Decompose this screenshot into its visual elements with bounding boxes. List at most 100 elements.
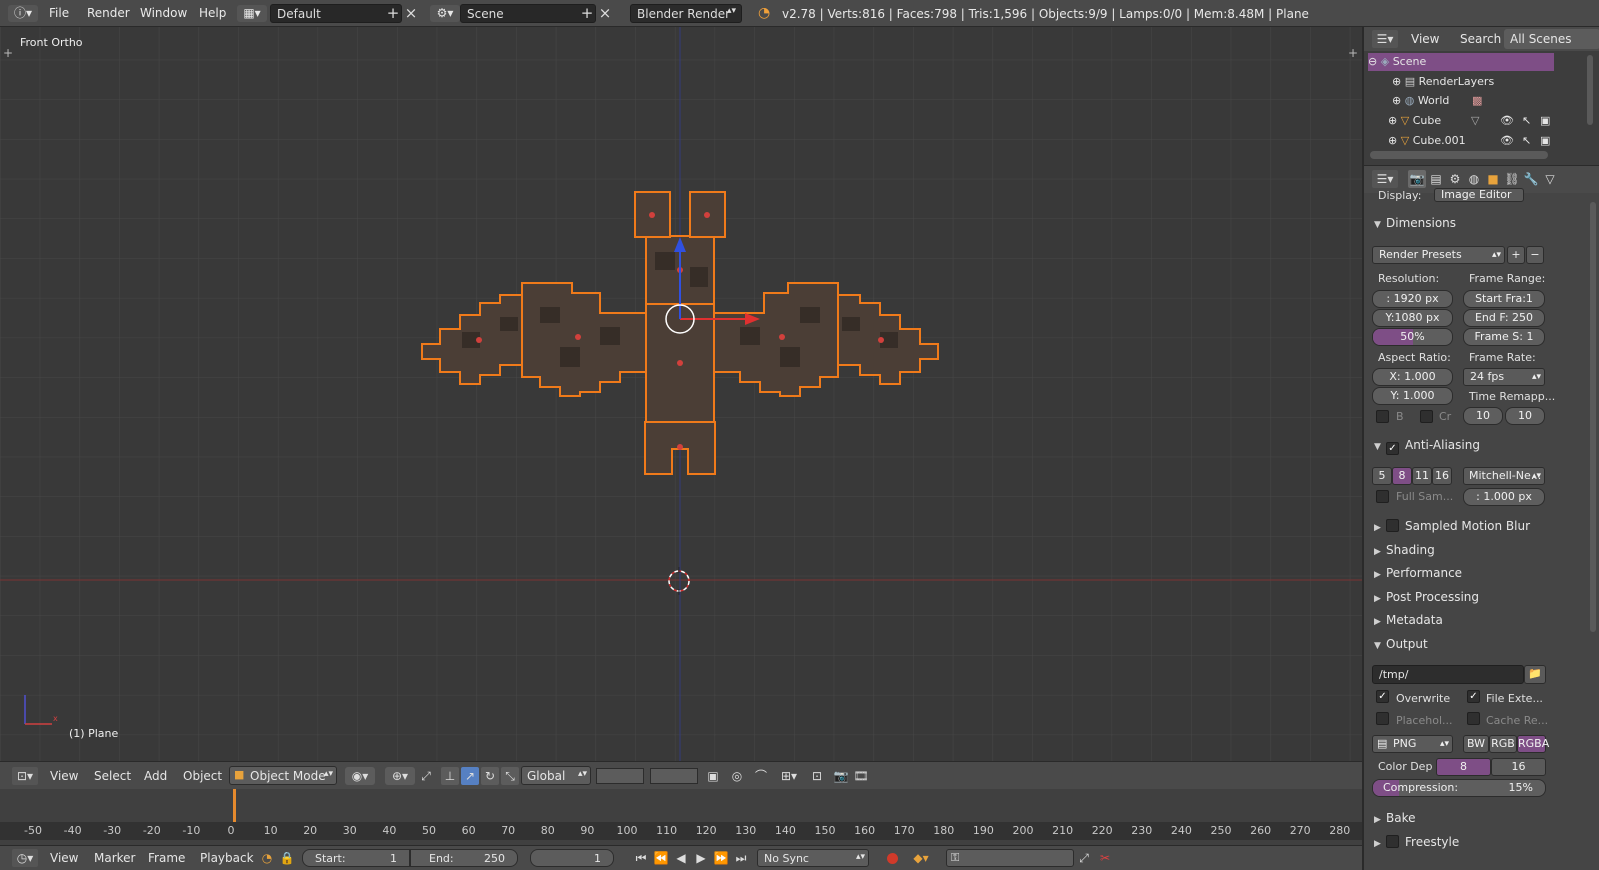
folder-icon[interactable]: 📁 <box>1524 665 1546 684</box>
cache-result-checkbox[interactable] <box>1467 712 1480 725</box>
editor-type-icon[interactable]: ☰▾ <box>1372 30 1398 48</box>
scene-tab-icon[interactable]: ⚙ <box>1446 170 1464 188</box>
prev-keyframe-icon[interactable]: ⏪ <box>652 849 670 867</box>
end-frame-field[interactable]: End F: 250 <box>1463 309 1545 327</box>
crop-checkbox[interactable] <box>1420 410 1433 423</box>
frame-rate-select[interactable]: 24 fps ▴▾ <box>1463 368 1545 386</box>
time-remap-old-field[interactable]: 10 <box>1463 407 1503 425</box>
snap-element-icon[interactable]: ⊞▾ <box>774 767 804 785</box>
constraints-tab-icon[interactable]: ⛓ <box>1503 170 1521 188</box>
select-arrow-icon[interactable]: ↖ <box>1522 114 1531 127</box>
delete-keyframe-icon[interactable]: ✂ <box>1096 849 1114 867</box>
next-keyframe-icon[interactable]: ⏩ <box>712 849 730 867</box>
snap-toggle-icon[interactable]: ⌒ <box>752 767 770 785</box>
color-rgba-button[interactable]: RGBA <box>1517 735 1549 753</box>
orientation-select[interactable]: Global ▴▾ <box>521 766 591 785</box>
vp-menu-add[interactable]: Add <box>144 769 167 783</box>
file-format-select[interactable]: ▤ PNG ▴▾ <box>1372 735 1453 753</box>
expand-icon[interactable]: ⊖ <box>1368 55 1377 68</box>
menu-window[interactable]: Window <box>140 6 187 20</box>
color-depth-8-button[interactable]: 8 <box>1436 758 1491 776</box>
visibility-eye-icon[interactable]: 👁 <box>1500 134 1514 147</box>
start-frame-field[interactable]: Start Fra:1 <box>1463 290 1545 308</box>
snap-target-icon[interactable]: ⊡ <box>808 767 826 785</box>
translate-icon[interactable]: ↗ <box>461 767 479 785</box>
outliner-v-scrollbar[interactable] <box>1587 55 1593 125</box>
world-tab-icon[interactable]: ◍ <box>1465 170 1483 188</box>
placeholders-checkbox[interactable] <box>1376 712 1389 725</box>
outliner-item-cube001[interactable]: ⊕ ▽ Cube.001 <box>1388 134 1466 147</box>
play-reverse-icon[interactable]: ◀ <box>672 849 690 867</box>
scene-field[interactable]: Scene <box>460 4 596 23</box>
outliner-item-cube[interactable]: ⊕ ▽ Cube <box>1388 114 1441 127</box>
expand-icon[interactable]: ⊕ <box>1388 114 1397 127</box>
display-mode-select[interactable]: All Scenes <box>1504 29 1599 49</box>
dimensions-panel-header[interactable]: ▼ Dimensions <box>1374 216 1456 230</box>
render-engine-select[interactable]: Blender Render ▴▾ <box>630 4 742 23</box>
tl-menu-playback[interactable]: Playback <box>200 851 254 865</box>
outliner-menu-search[interactable]: Search <box>1460 32 1501 46</box>
full-sample-checkbox[interactable] <box>1376 490 1389 503</box>
color-bw-button[interactable]: BW <box>1463 735 1489 753</box>
world-texture-icon[interactable]: ▩ <box>1472 94 1482 107</box>
modifiers-tab-icon[interactable]: 🔧 <box>1522 170 1540 188</box>
properties-scrollbar[interactable] <box>1590 202 1596 632</box>
outliner-item-renderlayers[interactable]: ⊕ ▤ RenderLayers <box>1392 75 1494 88</box>
tl-menu-frame[interactable]: Frame <box>148 851 185 865</box>
add-scene-icon[interactable]: + <box>578 4 596 23</box>
layers-grid-left[interactable] <box>596 768 644 784</box>
filter-size-field[interactable]: : 1.000 px <box>1463 488 1545 506</box>
proportional-edit-icon[interactable]: ◎ <box>728 767 746 785</box>
outliner-menu-view[interactable]: View <box>1411 32 1439 46</box>
insert-keyframe-icon[interactable]: ⤢ <box>1075 849 1093 867</box>
vp-menu-select[interactable]: Select <box>94 769 131 783</box>
object-tab-icon[interactable]: ■ <box>1484 170 1502 188</box>
tl-menu-view[interactable]: View <box>50 851 78 865</box>
post-processing-panel-header[interactable]: ▶ Post Processing <box>1374 590 1479 604</box>
resolution-percentage-slider[interactable]: 50% <box>1372 328 1453 346</box>
aa-samples-8[interactable]: 8 <box>1392 467 1412 485</box>
editor-type-icon[interactable]: ☰▾ <box>1372 170 1398 188</box>
menu-help[interactable]: Help <box>199 6 226 20</box>
editor-type-icon[interactable]: ⊡▾ <box>12 767 38 785</box>
compression-slider[interactable]: Compression: 15% <box>1372 779 1546 797</box>
render-camera-icon[interactable]: ▣ <box>1540 134 1550 147</box>
lock-layers-icon[interactable]: ▣ <box>704 767 722 785</box>
record-icon[interactable] <box>887 853 898 864</box>
outliner-item-world[interactable]: ⊕ ◍ World <box>1392 94 1449 107</box>
outliner-h-scrollbar[interactable] <box>1370 151 1548 159</box>
render-animation-icon[interactable]: 🎞 <box>852 767 870 785</box>
mesh-data-icon[interactable]: ▽ <box>1471 114 1479 127</box>
render-camera-icon[interactable]: ▣ <box>1540 114 1550 127</box>
manipulator-toggle-icon[interactable]: ⤢ <box>417 767 435 785</box>
keying-set-icon[interactable]: ◆▾ <box>912 849 930 867</box>
motion-blur-checkbox[interactable] <box>1386 519 1399 532</box>
scale-icon[interactable]: ⤡ <box>501 767 519 785</box>
file-extensions-checkbox[interactable]: ✓ <box>1467 690 1480 703</box>
layout-field[interactable]: Default <box>270 4 402 23</box>
menu-render[interactable]: Render <box>87 6 130 20</box>
aspect-x-field[interactable]: X: 1.000 <box>1372 368 1453 386</box>
axis-manipulator-icon[interactable]: ⊥ <box>441 767 459 785</box>
keying-set-field[interactable]: ⚿ <box>946 849 1074 867</box>
3d-viewport[interactable]: x + + Front Ortho (1) Plane <box>0 27 1362 761</box>
output-panel-header[interactable]: ▼ Output <box>1374 637 1428 651</box>
expand-icon[interactable]: ⊕ <box>1392 94 1401 107</box>
render-layers-tab-icon[interactable]: ▤ <box>1427 170 1445 188</box>
outliner-item-scene[interactable]: ⊖ ◈ Scene <box>1368 55 1426 68</box>
render-tab-icon[interactable]: 📷 <box>1408 170 1426 188</box>
info-editor-icon[interactable]: ⓘ▾ <box>8 5 38 22</box>
bake-panel-header[interactable]: ▶ Bake <box>1374 811 1416 825</box>
layers-grid-right[interactable] <box>650 768 698 784</box>
menu-file[interactable]: File <box>49 6 69 20</box>
resolution-y-field[interactable]: Y:1080 px <box>1372 309 1453 327</box>
border-checkbox[interactable] <box>1376 410 1389 423</box>
sync-select[interactable]: No Sync ▴▾ <box>757 849 869 867</box>
editor-type-icon[interactable]: ◷▾ <box>12 849 38 867</box>
preview-range-icon[interactable]: ◔ <box>258 849 276 867</box>
aspect-y-field[interactable]: Y: 1.000 <box>1372 387 1453 405</box>
start-frame-field[interactable]: Start: 1 <box>302 849 410 867</box>
shading-panel-header[interactable]: ▶ Shading <box>1374 543 1435 557</box>
play-icon[interactable]: ▶ <box>692 849 710 867</box>
aa-samples-5[interactable]: 5 <box>1372 467 1392 485</box>
